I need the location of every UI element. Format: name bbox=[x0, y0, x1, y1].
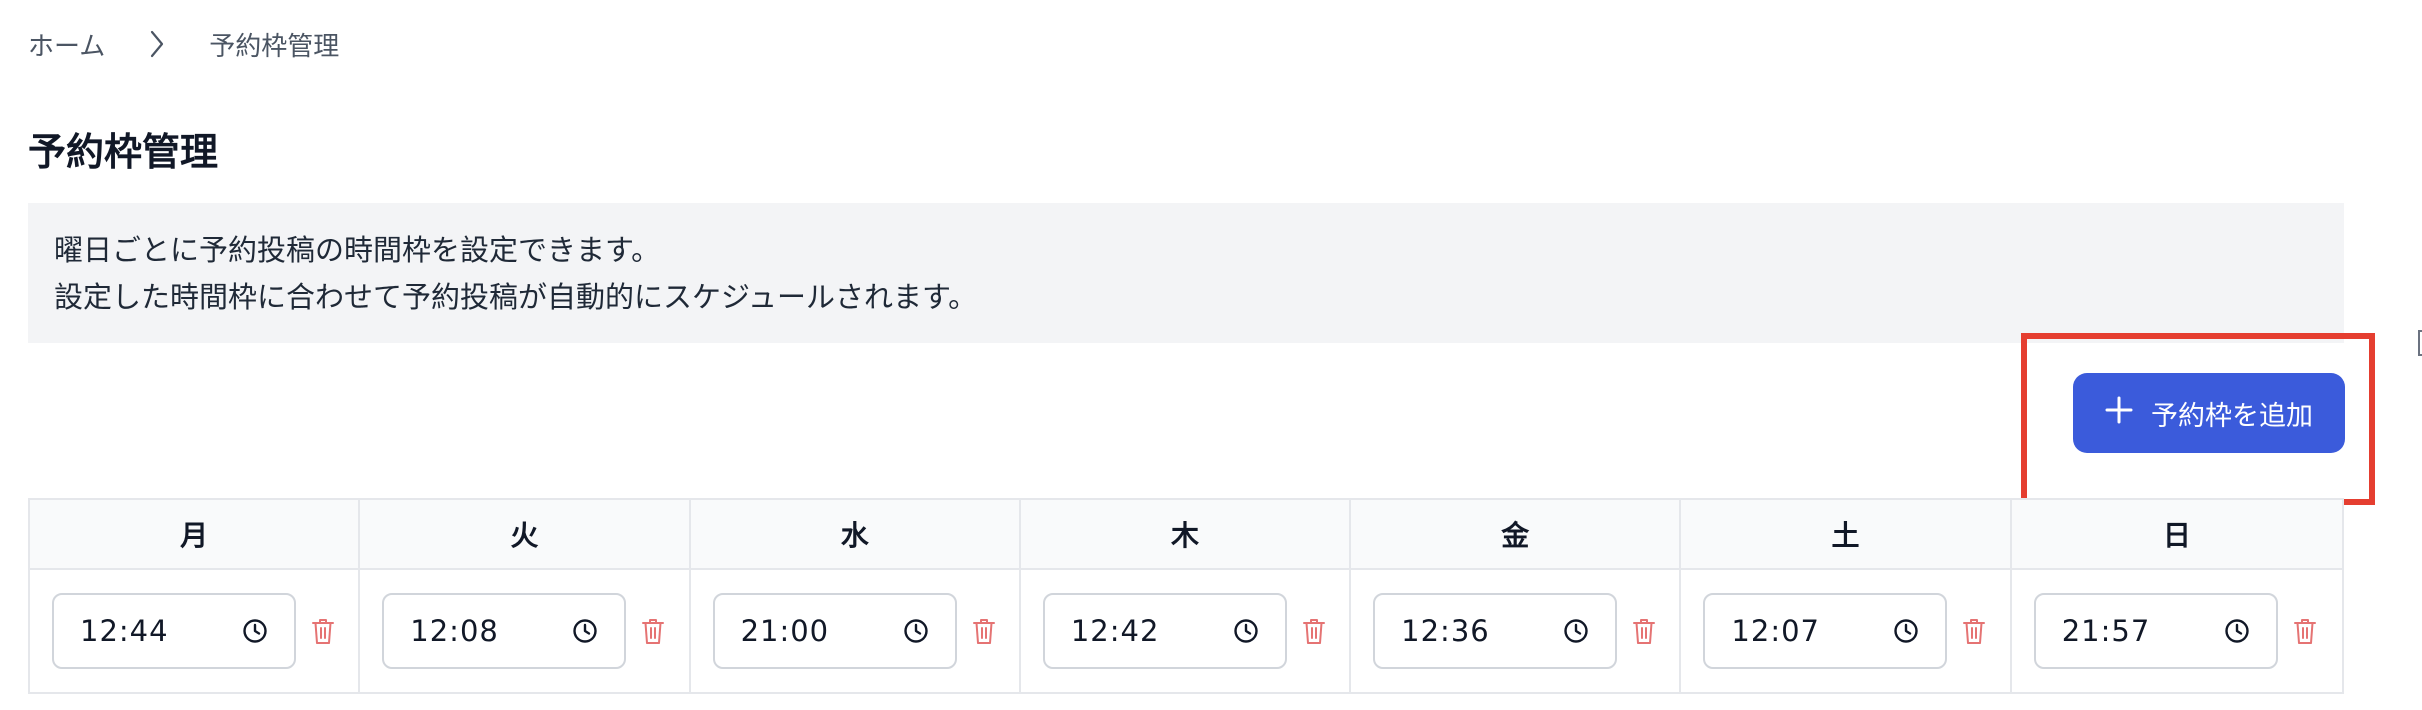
page-title: 予約枠管理 bbox=[28, 130, 219, 174]
chevron-right-icon bbox=[105, 29, 209, 59]
clock-icon[interactable] bbox=[572, 618, 598, 644]
time-input-thu[interactable]: 12:42 bbox=[1042, 593, 1287, 669]
time-value: 12:44 bbox=[80, 614, 169, 648]
trash-icon[interactable] bbox=[1961, 616, 1987, 646]
time-value: 21:00 bbox=[740, 614, 830, 648]
clock-icon[interactable] bbox=[1563, 618, 1589, 644]
day-slot-thu: 12:42 bbox=[1021, 570, 1352, 692]
breadcrumb: ホーム 予約枠管理 bbox=[28, 24, 339, 64]
time-input-tue[interactable]: 12:08 bbox=[382, 593, 627, 669]
time-value: 21:57 bbox=[2061, 614, 2151, 648]
info-box: 曜日ごとに予約投稿の時間枠を設定できます。 設定した時間枠に合わせて予約投稿が自… bbox=[28, 203, 2344, 343]
day-header-fri: 金 bbox=[1351, 500, 1682, 570]
clock-icon[interactable] bbox=[1233, 618, 1259, 644]
day-header-sun: 日 bbox=[2011, 500, 2342, 570]
add-slot-button[interactable]: 予約枠を追加 bbox=[2073, 373, 2345, 453]
trash-icon[interactable] bbox=[971, 616, 997, 646]
schedule-table: 月 火 水 木 金 土 日 12:44 12:08 21:00 12:42 12… bbox=[28, 498, 2344, 694]
breadcrumb-home-link[interactable]: ホーム bbox=[28, 26, 105, 63]
day-header-sat: 土 bbox=[1681, 500, 2012, 570]
trash-icon[interactable] bbox=[640, 616, 666, 646]
clock-icon[interactable] bbox=[903, 618, 929, 644]
time-input-mon[interactable]: 12:44 bbox=[52, 593, 296, 669]
time-input-fri[interactable]: 12:36 bbox=[1373, 593, 1618, 669]
clock-icon[interactable] bbox=[1893, 618, 1919, 644]
trash-icon[interactable] bbox=[1631, 616, 1657, 646]
day-header-wed: 水 bbox=[690, 500, 1021, 570]
add-slot-label: 予約枠を追加 bbox=[2151, 400, 2313, 432]
time-value: 12:36 bbox=[1401, 614, 1490, 648]
trash-icon[interactable] bbox=[310, 616, 336, 646]
day-header-mon: 月 bbox=[30, 500, 361, 570]
day-slot-tue: 12:08 bbox=[360, 570, 691, 692]
day-header-tue: 火 bbox=[360, 500, 691, 570]
trash-icon[interactable] bbox=[2292, 616, 2318, 646]
info-text-line-2: 設定した時間枠に合わせて予約投稿が自動的にスケジュールされます。 bbox=[54, 280, 978, 314]
clock-icon[interactable] bbox=[2224, 618, 2250, 644]
time-value: 12:42 bbox=[1070, 614, 1160, 648]
time-value: 12:08 bbox=[410, 614, 499, 648]
plus-icon bbox=[2105, 396, 2133, 431]
time-value: 12:07 bbox=[1731, 614, 1820, 648]
breadcrumb-current: 予約枠管理 bbox=[209, 31, 340, 62]
time-input-wed[interactable]: 21:00 bbox=[712, 593, 957, 669]
trash-icon[interactable] bbox=[1301, 616, 1327, 646]
clock-icon[interactable] bbox=[242, 618, 268, 644]
day-slot-sat: 12:07 bbox=[1681, 570, 2012, 692]
time-input-sun[interactable]: 21:57 bbox=[2033, 593, 2278, 669]
time-input-sat[interactable]: 12:07 bbox=[1703, 593, 1948, 669]
day-slot-wed: 21:00 bbox=[691, 570, 1021, 692]
day-header-thu: 木 bbox=[1020, 500, 1352, 570]
day-slot-mon: 12:44 bbox=[30, 570, 361, 692]
info-text-line-1: 曜日ごとに予約投稿の時間枠を設定できます。 bbox=[54, 233, 661, 267]
resize-handle bbox=[2418, 330, 2422, 356]
day-slot-sun: 21:57 bbox=[2012, 570, 2342, 692]
day-slot-fri: 12:36 bbox=[1351, 570, 1682, 692]
